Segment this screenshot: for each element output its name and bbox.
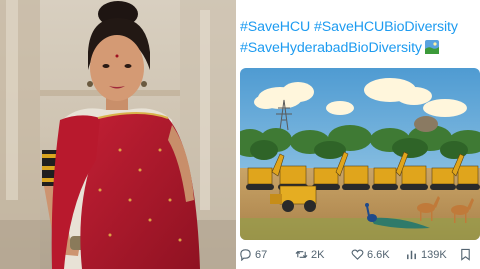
bookmark-icon [461, 248, 470, 261]
views-button[interactable]: 139K [405, 248, 447, 261]
reply-count: 67 [255, 248, 268, 261]
post-image[interactable] [240, 68, 480, 240]
hashtag-savehcubiodiversity[interactable]: #SaveHCUBioDiversity [314, 19, 458, 35]
reply-icon [240, 249, 251, 261]
earth-globe-icon [424, 40, 439, 54]
views-count: 139K [421, 248, 447, 261]
like-button[interactable]: 6.6K [351, 248, 390, 261]
social-post: #SaveHCU #SaveHCUBioDiversity #SaveHyder… [239, 0, 480, 269]
like-count: 6.6K [367, 248, 390, 261]
repost-button[interactable]: 2K [295, 248, 324, 261]
repost-icon [295, 250, 308, 259]
bulldozers-illustration [240, 68, 480, 240]
reply-button[interactable]: 67 [239, 248, 267, 261]
hashtag-savehyderabadbiodiversity[interactable]: #SaveHyderabadBioDiversity [240, 40, 422, 56]
heart-icon [351, 249, 364, 260]
views-bar-chart-icon [407, 250, 416, 260]
repost-count: 2K [311, 248, 325, 261]
hashtag-savehcu[interactable]: #SaveHCU [240, 19, 310, 35]
post-action-bar: 67 2K 6.6K 139K [239, 248, 480, 268]
post-text: #SaveHCU #SaveHCUBioDiversity #SaveHyder… [240, 17, 480, 59]
person-photo [0, 0, 236, 269]
bookmark-button[interactable] [459, 248, 472, 261]
person-photo-illustration [0, 0, 236, 269]
